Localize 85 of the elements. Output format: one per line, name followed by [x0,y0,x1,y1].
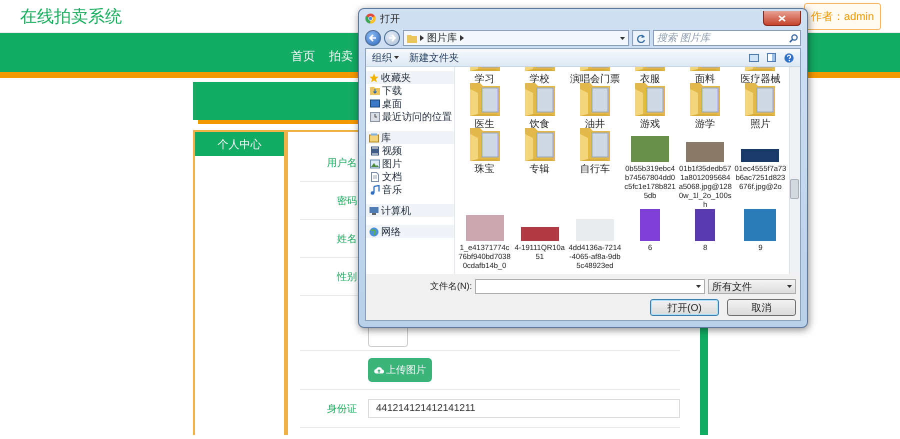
folder-item[interactable]: 自行车 [567,130,622,209]
folder-item[interactable]: 游戏 [622,85,678,130]
dialog-title: 打开 [380,12,400,26]
folder-item[interactable]: 衣服 [622,67,678,85]
field-label: 密码 [336,194,357,208]
toolbar-button[interactable]: 新建文件夹 [409,50,459,64]
document-icon [370,172,380,182]
folder-item[interactable]: 饮食 [512,85,568,130]
chevron-right-icon [420,35,424,41]
field-label: 身份证 [326,402,357,416]
field-label: 姓名 [336,232,357,246]
sidebar-title: 个人中心 [195,132,284,156]
search-field[interactable]: 搜索 图片库 [653,30,801,46]
close-button[interactable] [763,11,801,26]
globe-icon [369,226,379,236]
scrollbar[interactable] [789,67,800,274]
refresh-button[interactable] [632,30,650,46]
text-field[interactable]: 441214121412141211 [368,399,680,418]
site-title: 在线拍卖系统 [20,6,122,28]
preview-pane-icon[interactable] [767,53,776,62]
refresh-icon [636,34,646,42]
folder-item[interactable]: 医疗器械 [732,67,788,85]
chevron-right-icon [460,35,464,41]
nav-pane-item[interactable]: 下载 [366,84,454,97]
filename-label: 文件名(N): [430,280,472,293]
photo-thumbnail [631,136,670,162]
folder-icon [370,86,380,96]
folder-item[interactable]: 学校 [512,67,568,85]
cloud-upload-icon [374,366,384,374]
dropdown-caret-icon [696,285,701,288]
field-label: 性别 [336,270,357,284]
photo-thumbnail [744,209,776,241]
clock-icon [370,112,380,122]
computer-icon [369,206,379,216]
address-bar[interactable]: 图片库 [403,30,629,46]
folder-item[interactable]: 照片 [732,85,788,130]
photo-thumbnail [686,142,724,162]
folder-item[interactable]: 珠宝 [457,130,512,209]
photo-thumbnail [741,149,780,162]
arrow-right-icon [388,34,396,42]
app-icon [365,13,376,24]
folder-item[interactable]: 医生 [457,85,512,130]
nav-pane-item[interactable]: 音乐 [366,183,454,196]
nav-pane-item[interactable]: 计算机 [366,204,454,217]
star-icon [369,72,379,82]
nav-pane-item[interactable]: 库 [366,131,454,144]
film-icon [370,146,380,156]
folder-item[interactable]: 游学 [678,85,733,130]
cancel-button[interactable]: 取消 [727,299,796,316]
back-button[interactable] [365,30,381,46]
open-button[interactable]: 打开(O) [650,299,719,316]
toolbar-button[interactable]: 组织 [372,50,399,64]
folder-item[interactable]: 专辑 [512,130,568,209]
filename-field[interactable] [475,279,705,294]
photo-thumbnail [466,215,504,241]
dropdown-caret-icon [620,36,625,40]
breadcrumb-item[interactable]: 图片库 [427,31,457,45]
photo-thumbnail [640,209,660,241]
nav-pane-item[interactable]: 视频 [366,144,454,157]
folder-item[interactable]: 油井 [567,85,622,130]
nav-pane-item[interactable]: 收藏夹 [366,71,454,84]
folder-item[interactable]: 面料 [678,67,733,85]
photo-thumbnail [695,209,716,241]
help-icon[interactable] [784,52,794,62]
forward-button[interactable] [384,30,400,46]
folder-icon [407,34,417,42]
nav-pane-item[interactable]: 网络 [366,225,454,238]
folder-item[interactable]: 演唱会门票 [567,67,622,85]
nav-pane-item[interactable]: 桌面 [366,97,454,110]
nav-pane-item[interactable]: 图片 [366,157,454,170]
photo-thumbnail [520,227,559,241]
folder-item[interactable]: 学习 [457,67,512,85]
field-label: 用户名 [326,156,357,170]
caret-icon [394,56,399,59]
nav-pane-item[interactable]: 最近访问的位置 [366,110,454,123]
nav-pane-item[interactable]: 文档 [366,170,454,183]
dropdown-caret-icon [787,285,792,288]
library-icon [369,132,379,142]
picture-icon [370,158,380,168]
file-type-dropdown[interactable]: 所有文件 [708,279,796,294]
close-icon [778,14,786,22]
view-icon[interactable] [749,54,759,62]
monitor-icon [370,98,380,108]
arrow-left-icon [369,34,377,42]
music-note-icon [370,184,380,194]
